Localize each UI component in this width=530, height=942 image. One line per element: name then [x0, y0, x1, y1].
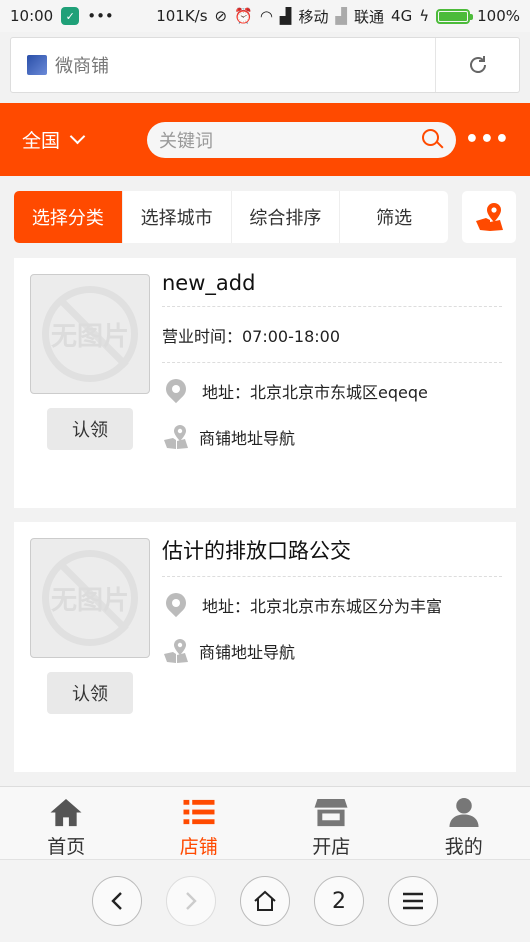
tab-stores-label: 店铺 [179, 836, 218, 858]
chevron-left-icon [111, 892, 122, 910]
store-address-row: 地址：北京北京市东城区eqeqe [161, 363, 502, 419]
battery-icon [436, 8, 474, 24]
home-button[interactable] [240, 876, 290, 926]
filter-category[interactable]: 选择分类 [14, 191, 123, 243]
store-card[interactable]: 无图片 认领 估计的排放口路公交 地址：北京北京市东城区分为丰富 商铺地址导航 [14, 522, 516, 772]
network-speed: 101K/s [156, 7, 208, 25]
mute-icon: ⊘ [214, 7, 228, 25]
region-label: 全国 [22, 130, 61, 152]
filter-screen[interactable]: 筛选 [340, 191, 448, 243]
status-time: 10:00 [10, 7, 54, 25]
store-thumbnail: 无图片 [30, 274, 150, 394]
navigation-label: 商铺地址导航 [199, 429, 296, 448]
alarm-icon: ⏰ [234, 7, 253, 25]
forward-button[interactable] [166, 876, 216, 926]
back-button[interactable] [92, 876, 142, 926]
store-hours: 营业时间：07:00-18:00 [162, 307, 502, 363]
store-navigation-link[interactable]: 商铺地址导航 [162, 419, 502, 455]
map-pin-icon [476, 203, 503, 231]
charging-icon: ϟ [419, 7, 430, 25]
no-image-icon: 无图片 [42, 286, 138, 382]
location-pin-icon [161, 374, 191, 404]
map-navigation-icon [164, 639, 188, 663]
search-icon[interactable] [422, 128, 444, 151]
chevron-right-icon [186, 892, 197, 910]
search-input[interactable]: 关键词 [147, 121, 456, 158]
location-pin-icon [161, 588, 191, 618]
app-header: 全国 关键词 ••• [0, 103, 530, 176]
menu-button[interactable] [388, 876, 438, 926]
signal-icon-2: ▟ [335, 7, 348, 25]
no-image-text: 无图片 [50, 321, 129, 352]
network-type: 4G [391, 7, 413, 25]
store-address: 地址：北京北京市东城区eqeqe [202, 383, 428, 402]
map-view-button[interactable] [462, 191, 516, 243]
store-card[interactable]: 无图片 认领 new_add 营业时间：07:00-18:00 地址：北京北京市… [14, 258, 516, 508]
bottom-tab-bar: 首页 店铺 开店 我的 [0, 786, 530, 859]
reload-icon [469, 56, 486, 73]
tab-open-store[interactable]: 开店 [265, 787, 398, 859]
tab-me[interactable]: 我的 [398, 787, 530, 859]
tab-home[interactable]: 首页 [0, 787, 133, 859]
store-address-row: 地址：北京北京市东城区分为丰富 [161, 577, 502, 633]
carrier-1: 移动 [298, 7, 329, 26]
status-bar: 10:00 ✓ ••• 101K/s ⊘ ⏰ ◠ ▟ 移动 ▟ 联通 4G ϟ … [0, 0, 530, 32]
home-outline-icon [254, 890, 276, 911]
address-bar[interactable]: 微商铺 [10, 37, 520, 93]
tabs-button[interactable]: 2 [314, 876, 364, 926]
store-address: 地址：北京北京市东城区分为丰富 [202, 597, 443, 616]
filter-sort[interactable]: 综合排序 [232, 191, 341, 243]
user-icon [449, 797, 479, 828]
chevron-down-icon [69, 128, 86, 145]
no-image-text: 无图片 [50, 585, 129, 616]
list-icon [183, 799, 215, 825]
store-thumbnail: 无图片 [30, 538, 150, 658]
shield-icon: ✓ [61, 7, 80, 25]
signal-icon: ▟ [279, 7, 292, 25]
more-menu-button[interactable]: ••• [465, 127, 510, 152]
home-icon [50, 798, 82, 827]
store-icon [314, 798, 348, 827]
claim-button[interactable]: 认领 [47, 408, 133, 450]
map-navigation-icon [164, 425, 188, 449]
region-selector[interactable]: 全国 [22, 126, 132, 153]
store-navigation-link[interactable]: 商铺地址导航 [162, 633, 502, 669]
more-notifications-icon: ••• [87, 7, 114, 25]
page-title: 微商铺 [55, 56, 109, 77]
battery-fill [439, 11, 468, 21]
navigation-label: 商铺地址导航 [199, 643, 296, 662]
wifi-icon: ◠ [259, 7, 273, 25]
tab-open-store-label: 开店 [312, 836, 351, 858]
claim-button[interactable]: 认领 [47, 672, 133, 714]
filter-bar: 选择分类 选择城市 综合排序 筛选 [14, 191, 516, 243]
reload-button[interactable] [435, 38, 519, 92]
no-image-icon: 无图片 [42, 550, 138, 646]
tab-home-label: 首页 [47, 836, 86, 858]
store-name[interactable]: new_add [162, 258, 502, 307]
battery-percent: 100% [477, 7, 520, 25]
search-placeholder: 关键词 [159, 130, 213, 152]
filter-city[interactable]: 选择城市 [123, 191, 232, 243]
carrier-2: 联通 [354, 7, 385, 26]
tab-me-label: 我的 [444, 836, 483, 858]
hamburger-icon [403, 892, 423, 910]
store-name[interactable]: 估计的排放口路公交 [162, 522, 502, 577]
tab-stores[interactable]: 店铺 [133, 787, 266, 859]
site-favicon [27, 55, 47, 75]
browser-nav-bar: 2 [0, 859, 530, 942]
